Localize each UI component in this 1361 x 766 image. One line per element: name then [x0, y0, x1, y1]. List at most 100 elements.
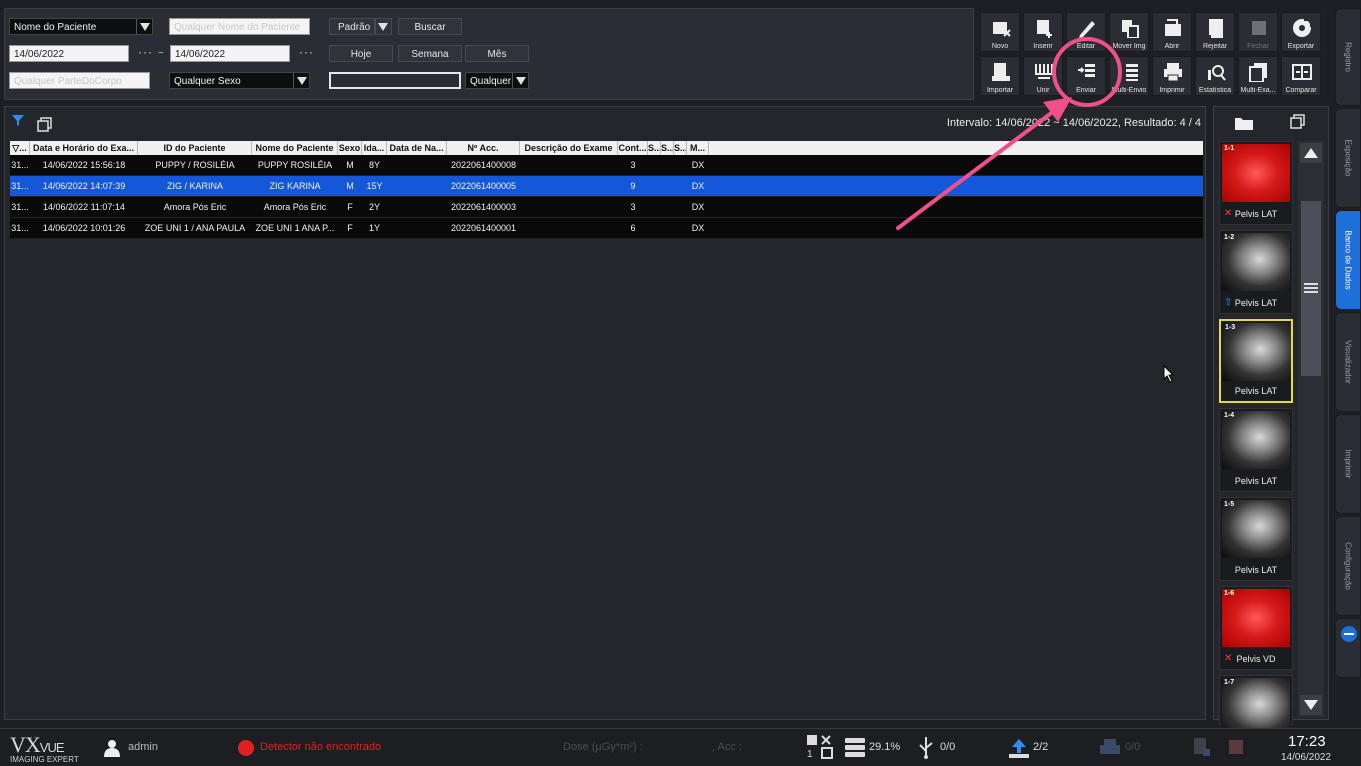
date-from-picker-button[interactable]: ···: [134, 44, 154, 61]
table-cell: 14/06/2022 15:56:18: [42, 160, 126, 170]
copy-icon[interactable]: [1290, 114, 1306, 130]
open-button[interactable]: Abrir: [1152, 12, 1192, 52]
table-cell: PUPPY ROSILÉIA: [257, 160, 333, 170]
table-cell: 31...: [11, 181, 29, 191]
patient-name-input[interactable]: Qualquer Nome do Paciente: [169, 18, 310, 35]
preset-select[interactable]: Padrão: [329, 18, 375, 35]
brand-tagline: IMAGING EXPERT: [10, 755, 79, 764]
thumbnail[interactable]: 1-6 Pelvis VD ✕: [1219, 586, 1293, 670]
column-header[interactable]: S...: [661, 141, 674, 155]
new-button[interactable]: Novo: [980, 12, 1020, 52]
date-to-input[interactable]: 14/06/2022: [170, 45, 290, 62]
table-cell: [674, 197, 687, 218]
table-cell: PUPPY / ROSILÉIA: [155, 160, 235, 170]
today-button[interactable]: Hoje: [329, 45, 393, 62]
tab-exposicao[interactable]: Exposição: [1335, 108, 1361, 208]
move-image-button[interactable]: Mover Img: [1109, 12, 1149, 52]
toolbar-label: Multi-Exa...: [1240, 87, 1276, 94]
column-header[interactable]: Nº Acc.: [447, 141, 520, 155]
blank-filter-input[interactable]: [329, 72, 461, 89]
column-header[interactable]: S...: [674, 141, 687, 155]
table-tools: Intervalo: 14/06/2022 ~ 14/06/2022, Resu…: [5, 107, 1205, 139]
table-cell: DX: [691, 202, 705, 212]
export-button[interactable]: Exportar: [1281, 12, 1321, 52]
thumbnail-scrollbar[interactable]: [1298, 141, 1324, 717]
column-header[interactable]: S...: [648, 141, 661, 155]
send-icon: [1078, 64, 1095, 77]
table-cell: [661, 155, 674, 176]
toolbar-label: Inserir: [1033, 43, 1053, 50]
column-header[interactable]: Cont...: [618, 141, 648, 155]
tab-imprimir[interactable]: Imprimir: [1335, 414, 1361, 514]
search-field-select[interactable]: Nome do Paciente: [9, 18, 153, 35]
scroll-thumb[interactable]: [1301, 201, 1321, 376]
thumbnail[interactable]: 1-1 Pelvis LAT ✕: [1219, 141, 1293, 225]
multi-send-button[interactable]: Multi-Envio: [1109, 56, 1149, 96]
filter-icon[interactable]: [11, 113, 25, 127]
tab-banco-de-dados[interactable]: Banco de Dados: [1335, 210, 1361, 310]
thumbnail[interactable]: 1-7: [1219, 675, 1293, 736]
table-row[interactable]: 31... 14/06/2022 15:56:18 PUPPY / ROSILÉIA…: [10, 155, 1203, 176]
insert-button[interactable]: Inserir: [1023, 12, 1063, 52]
detector-status-icon: [238, 740, 254, 756]
table-row[interactable]: 31... 14/06/2022 11:07:14 Amora Pós Eric Am…: [10, 197, 1203, 218]
toolbar: Novo Inserir Editar Mover Img Abrir Rejeitar F…: [978, 8, 1328, 100]
column-header[interactable]: Data e Horário do Exa...: [30, 141, 138, 155]
table-row[interactable]: 31... 14/06/2022 10:01:26 ZOE UNI 1 / ANA …: [10, 218, 1203, 239]
tab-registro[interactable]: Registro: [1335, 8, 1361, 106]
upload-icon: [1009, 739, 1029, 758]
sex-select[interactable]: Qualquer Sexo: [169, 72, 310, 89]
reject-button[interactable]: Rejeitar: [1195, 12, 1235, 52]
dose-text: Dose (µGy*m²) :: [563, 741, 643, 753]
toolbar-label: Imprimir: [1159, 87, 1185, 94]
column-header[interactable]: ID do Paciente: [138, 141, 252, 155]
column-header[interactable]: ▽...: [10, 141, 30, 155]
column-header[interactable]: Descrição do Exame: [520, 141, 618, 155]
edit-button[interactable]: Editar: [1066, 12, 1106, 52]
table-cell: 3: [630, 202, 636, 212]
thumbnail[interactable]: 1-5 Pelvis LAT: [1219, 497, 1293, 581]
body-part-input[interactable]: Qualquer ParteDoCorpo: [9, 72, 150, 89]
tab-extra[interactable]: [1335, 618, 1361, 678]
table-cell: ZOE UNI 1 / ANA PAULA: [144, 223, 246, 233]
date-from-input[interactable]: 14/06/2022: [9, 45, 129, 62]
tab-label: Exposição: [1343, 139, 1353, 177]
folder-icon[interactable]: [1234, 115, 1254, 131]
statistics-button[interactable]: Estatística: [1195, 56, 1235, 96]
thumbnail[interactable]: 1-2 Pelvis LAT ⇧: [1219, 230, 1293, 314]
tab-visualizador[interactable]: Visualizador: [1335, 312, 1361, 412]
search-field-value: Nome do Paciente: [14, 22, 97, 33]
scroll-down-button[interactable]: [1300, 695, 1322, 715]
column-header[interactable]: Sexo: [338, 141, 362, 155]
thumbnail-image: [1222, 500, 1290, 558]
print-button[interactable]: Imprimir: [1152, 56, 1192, 96]
chevron-down-icon: [293, 73, 309, 88]
preset-dropdown-button[interactable]: [375, 18, 392, 35]
copy-icon[interactable]: [37, 117, 53, 133]
thumbnail-image: [1222, 233, 1290, 291]
close-button[interactable]: Fechar: [1238, 12, 1278, 52]
any-select[interactable]: Qualquer: [465, 72, 529, 89]
multi-exam-button[interactable]: Multi-Exa...: [1238, 56, 1278, 96]
send-button[interactable]: Enviar: [1066, 56, 1106, 96]
scroll-up-button[interactable]: [1300, 143, 1322, 163]
column-header[interactable]: Nome do Paciente: [252, 141, 338, 155]
table-row[interactable]: 31... 14/06/2022 14:07:39 ZIG / KARINA ZIG …: [10, 176, 1203, 197]
week-button[interactable]: Semana: [398, 45, 462, 62]
tab-configuracao[interactable]: Configuração: [1335, 516, 1361, 616]
table-cell: [674, 176, 687, 197]
thumbnail[interactable]: 1-3 Pelvis LAT: [1219, 319, 1293, 403]
table-cell: 14/06/2022 10:01:26: [42, 223, 126, 233]
compare-button[interactable]: Comparar: [1281, 56, 1321, 96]
thumbnail-label: Pelvis LAT: [1234, 386, 1278, 396]
import-button[interactable]: Importar: [980, 56, 1020, 96]
search-button[interactable]: Buscar: [398, 18, 462, 35]
month-button[interactable]: Mês: [465, 45, 529, 62]
alert-icon: [1229, 740, 1243, 754]
column-header[interactable]: Data de Na...: [387, 141, 447, 155]
column-header[interactable]: M...: [687, 141, 709, 155]
merge-button[interactable]: Unir: [1023, 56, 1063, 96]
column-header[interactable]: Ida...: [362, 141, 387, 155]
thumbnail[interactable]: 1-4 Pelvis LAT: [1219, 408, 1293, 492]
date-to-picker-button[interactable]: ···: [295, 44, 315, 61]
